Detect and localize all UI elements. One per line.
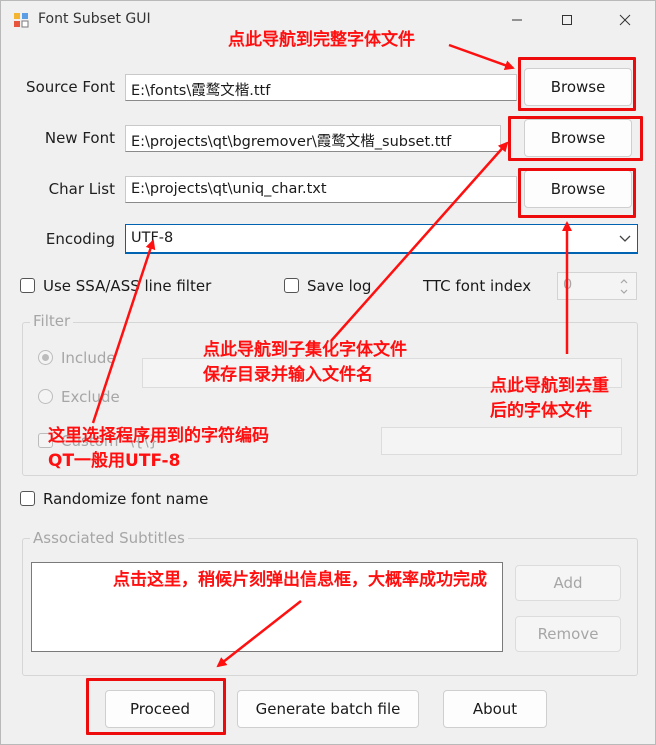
arrow-to-new-font-browse bbox=[330, 141, 509, 342]
arrow-to-proceed bbox=[216, 600, 302, 668]
annotation-encoding-2: QT一般用UTF-8 bbox=[48, 451, 181, 471]
annotation-new-font-2: 保存目录并输入文件名 bbox=[203, 365, 373, 385]
annotation-char-list-2: 后的字体文件 bbox=[490, 401, 592, 421]
annotation-encoding-1: 这里选择程序用到的字符编码 bbox=[48, 426, 269, 446]
annotation-source: 点此导航到完整字体文件 bbox=[228, 30, 415, 50]
annotation-new-font-1: 点此导航到子集化字体文件 bbox=[203, 340, 407, 360]
annotation-char-list-1: 点此导航到去重 bbox=[490, 376, 609, 396]
arrow-to-source-browse bbox=[448, 43, 515, 70]
app-window: Font Subset GUI Source Font E:\fonts\霞鹜文… bbox=[0, 0, 656, 745]
arrow-to-encoding bbox=[91, 239, 156, 424]
annotation-proceed: 点击这里，稍候片刻弹出信息框，大概率成功完成 bbox=[113, 570, 487, 590]
